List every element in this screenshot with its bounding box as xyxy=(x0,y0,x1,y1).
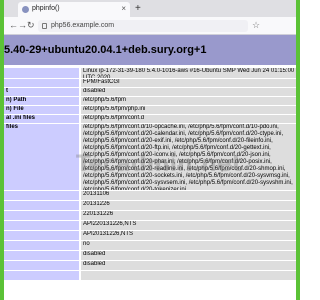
table-row: t disabled xyxy=(4,88,296,96)
table-value: FPM/FastCGI xyxy=(81,79,296,87)
table-key xyxy=(4,221,79,230)
table-value: no xyxy=(81,241,296,250)
table-key xyxy=(4,211,79,220)
table-row: n) File /etc/php/5.6/fpm/php.ini xyxy=(4,106,296,114)
forward-button[interactable]: → xyxy=(18,20,27,30)
table-key xyxy=(4,68,79,78)
table-value: 220131226 xyxy=(81,211,296,220)
table-value: disabled xyxy=(81,261,296,270)
table-value: 20131226 xyxy=(81,201,296,210)
table-row: 20131106 xyxy=(4,191,296,200)
table-row: FPM/FastCGI xyxy=(4,79,296,87)
table-value: API20131226,NTS xyxy=(81,231,296,240)
table-row xyxy=(4,271,296,280)
table-key xyxy=(4,271,79,280)
reload-button[interactable]: ↻ xyxy=(27,20,35,31)
table-key: files xyxy=(4,124,79,190)
phpinfo-header: 5.40-29+ubuntu20.04.1+deb.sury.org+1 xyxy=(4,35,296,65)
window-frame: phpinfo() × + ← → ↻ php56.example.com ☆ … xyxy=(0,0,300,300)
table-key: n) File xyxy=(4,106,79,114)
tab-phpinfo[interactable]: phpinfo() × xyxy=(18,2,130,17)
table-key xyxy=(4,191,79,200)
table-key: t xyxy=(4,88,79,96)
back-button[interactable]: ← xyxy=(9,20,18,30)
lock-icon xyxy=(42,23,47,29)
php-favicon-icon xyxy=(22,6,29,13)
table-key xyxy=(4,261,79,270)
address-bar[interactable]: php56.example.com xyxy=(38,20,248,32)
table-row: n) Path /etc/php/5.6/fpm xyxy=(4,97,296,105)
table-value: /etc/php/5.6/fpm xyxy=(81,97,296,105)
table-row: disabled xyxy=(4,251,296,260)
new-tab-button[interactable]: + xyxy=(135,3,141,14)
table-value: /etc/php/5.6/fpm/conf.d xyxy=(81,115,296,123)
table-row: no xyxy=(4,241,296,250)
table-row: 220131226 xyxy=(4,211,296,220)
table-value xyxy=(81,271,296,280)
table-key: n) Path xyxy=(4,97,79,105)
php-version-title: 5.40-29+ubuntu20.04.1+deb.sury.org+1 xyxy=(4,44,207,56)
table-row: API220131226,NTS xyxy=(4,221,296,230)
table-key xyxy=(4,251,79,260)
table-row: disabled xyxy=(4,261,296,270)
table-key xyxy=(4,231,79,240)
table-key: al .ini files xyxy=(4,115,79,123)
bookmark-star-icon[interactable]: ☆ xyxy=(252,20,260,31)
table-value: /etc/php/5.6/fpm/php.ini xyxy=(81,106,296,114)
table-row: 20131226 xyxy=(4,201,296,210)
watermark: Tecadmin.net xyxy=(76,152,243,177)
table-row: al .ini files /etc/php/5.6/fpm/conf.d xyxy=(4,115,296,123)
close-icon[interactable]: × xyxy=(121,4,126,13)
table-value: 20131106 xyxy=(81,191,296,200)
table-key xyxy=(4,201,79,210)
table-value: API220131226,NTS xyxy=(81,221,296,230)
table-key xyxy=(4,241,79,250)
navigation-toolbar: ← → ↻ php56.example.com ☆ xyxy=(4,17,296,35)
table-value: Linux ip-172-31-39-180 5.4.0-1016-aws #1… xyxy=(81,68,296,78)
table-value: disabled xyxy=(81,88,296,96)
url-text[interactable]: php56.example.com xyxy=(51,22,114,29)
table-value: disabled xyxy=(81,251,296,260)
table-row: API20131226,NTS xyxy=(4,231,296,240)
tab-title: phpinfo() xyxy=(32,5,60,12)
tab-bar: phpinfo() × + xyxy=(4,0,296,17)
table-key xyxy=(4,79,79,87)
table-row: Linux ip-172-31-39-180 5.4.0-1016-aws #1… xyxy=(4,68,296,78)
